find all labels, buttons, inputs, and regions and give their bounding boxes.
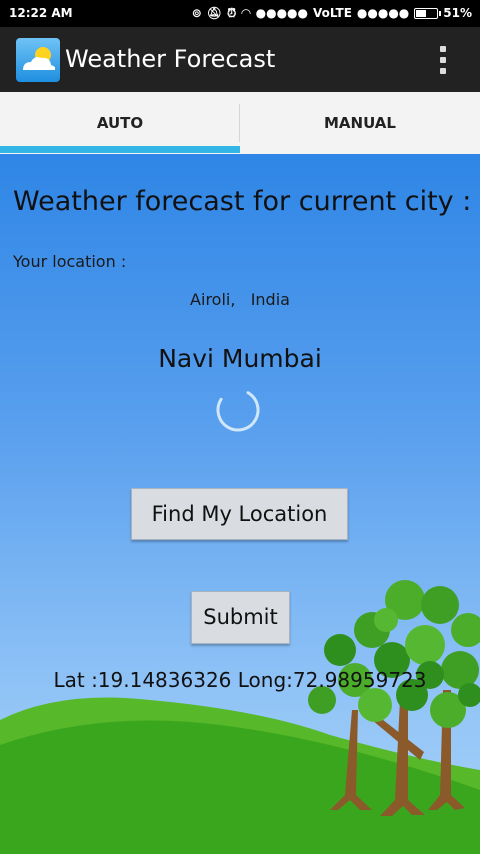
forecast-heading: Weather forecast for current city : [13,186,472,217]
wifi-icon: ◠ [241,6,251,20]
submit-button[interactable]: Submit [191,591,290,644]
alarm-icon: ⏰︎ [227,6,237,20]
notifications-off-icon: 🔕︎ [206,6,223,20]
signal-sim1-icon: ●●●●● [255,6,308,20]
tab-manual[interactable]: MANUAL [240,92,480,154]
location-label: Your location : [13,252,127,271]
city-name: Navi Mumbai [158,344,322,373]
status-time: 12:22 AM [9,6,73,20]
tab-bar: AUTO MANUAL [0,92,480,154]
app-title: Weather Forecast [65,45,276,73]
tab-selected-indicator [0,146,240,153]
sync-icon: ⊚ [191,6,202,20]
overflow-menu-icon[interactable] [436,44,450,76]
lat-long-readout: Lat :19.14836326 Long:72.98959723 [53,668,427,692]
battery-icon [414,7,442,19]
status-icons: ⊚ 🔕︎ ⏰︎ ◠ ●●●●● VoLTE ●●●●● 51% [192,6,472,20]
find-my-location-button[interactable]: Find My Location [131,488,348,540]
network-type-label: VoLTE [312,6,352,20]
location-value: Airoli, India [190,290,290,309]
loading-spinner-icon [216,388,260,432]
weather-app-icon [16,38,60,82]
tab-auto[interactable]: AUTO [0,92,240,154]
status-bar: 12:22 AM ⊚ 🔕︎ ⏰︎ ◠ ●●●●● VoLTE ●●●●● 51% [0,0,480,27]
battery-percent: 51% [443,6,472,20]
signal-sim2-icon: ●●●●● [356,6,410,20]
